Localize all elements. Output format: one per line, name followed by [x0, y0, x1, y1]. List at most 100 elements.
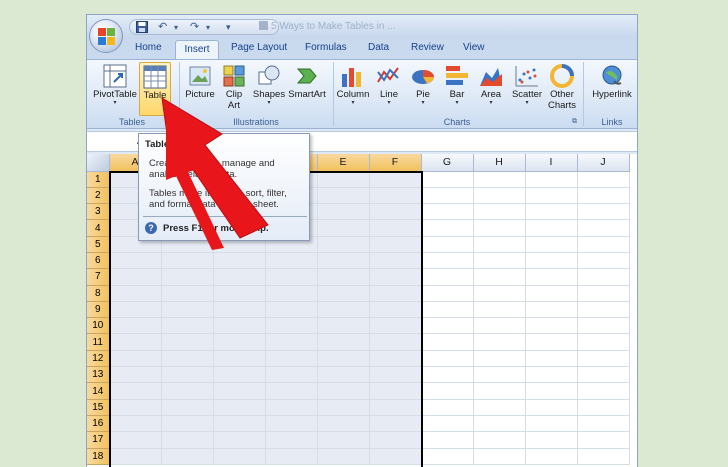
grid-cell[interactable]: [265, 317, 318, 335]
office-button[interactable]: [89, 19, 123, 53]
grid-cell[interactable]: [577, 301, 630, 319]
grid-cell[interactable]: [369, 285, 422, 302]
grid-cell[interactable]: [577, 333, 630, 351]
row-header[interactable]: 16: [87, 415, 110, 433]
grid-cell[interactable]: [525, 219, 578, 237]
pivottable-button[interactable]: PivotTable ▾: [93, 62, 137, 116]
grid-cell[interactable]: [577, 399, 630, 416]
grid-cell[interactable]: [109, 415, 162, 433]
grid-cell[interactable]: [525, 252, 578, 270]
grid-cell[interactable]: [317, 415, 370, 433]
pie-chart-button[interactable]: Pie ▾: [407, 62, 439, 116]
grid-cell[interactable]: [525, 285, 578, 302]
grid-cell[interactable]: [473, 366, 526, 384]
grid-cell[interactable]: [525, 431, 578, 449]
grid-cell[interactable]: [265, 382, 318, 400]
grid-cell[interactable]: [525, 301, 578, 319]
grid-cell[interactable]: [577, 268, 630, 286]
row-header[interactable]: 6: [87, 252, 110, 270]
grid-cell[interactable]: [265, 268, 318, 286]
row-header[interactable]: 13: [87, 366, 110, 384]
grid-cell[interactable]: [421, 399, 474, 416]
tab-insert[interactable]: Insert: [175, 40, 219, 60]
grid-cell[interactable]: [525, 448, 578, 465]
grid-cell[interactable]: [317, 431, 370, 449]
grid-cell[interactable]: [473, 171, 526, 188]
grid-cell[interactable]: [473, 448, 526, 465]
save-icon[interactable]: [136, 21, 148, 37]
grid-cell[interactable]: [369, 366, 422, 384]
grid-cell[interactable]: [369, 431, 422, 449]
grid-cell[interactable]: [161, 399, 214, 416]
grid-cell[interactable]: [473, 317, 526, 335]
undo-dropdown-icon[interactable]: ▾: [174, 21, 178, 34]
grid-cell[interactable]: [473, 350, 526, 368]
grid-cell[interactable]: [213, 333, 266, 351]
row-header[interactable]: 7: [87, 268, 110, 286]
grid-cell[interactable]: [109, 252, 162, 270]
grid-cell[interactable]: [525, 187, 578, 205]
grid-cell[interactable]: [369, 382, 422, 400]
column-header[interactable]: H: [473, 154, 526, 172]
grid-cell[interactable]: [369, 171, 422, 188]
grid-cell[interactable]: [421, 285, 474, 302]
grid-cell[interactable]: [473, 431, 526, 449]
row-header[interactable]: 11: [87, 333, 110, 351]
grid-cell[interactable]: [213, 448, 266, 465]
grid-cell[interactable]: [577, 219, 630, 237]
row-header[interactable]: 14: [87, 382, 110, 400]
tab-data[interactable]: Data: [368, 42, 389, 53]
grid-cell[interactable]: [317, 285, 370, 302]
grid-cell[interactable]: [577, 171, 630, 188]
hyperlink-button[interactable]: Hyperlink: [587, 62, 637, 116]
grid-cell[interactable]: [213, 268, 266, 286]
grid-cell[interactable]: [109, 285, 162, 302]
grid-cell[interactable]: [213, 301, 266, 319]
grid-cell[interactable]: [473, 252, 526, 270]
grid-cell[interactable]: [265, 415, 318, 433]
grid-cell[interactable]: [369, 236, 422, 253]
redo-dropdown-icon[interactable]: ▾: [206, 21, 210, 34]
row-header[interactable]: 3: [87, 203, 110, 221]
grid-cell[interactable]: [421, 219, 474, 237]
grid-cell[interactable]: [369, 187, 422, 205]
grid-cell[interactable]: [265, 431, 318, 449]
grid-cell[interactable]: [317, 171, 370, 188]
grid-cell[interactable]: [213, 350, 266, 368]
grid-cell[interactable]: [109, 317, 162, 335]
grid-cell[interactable]: [473, 285, 526, 302]
grid-cell[interactable]: [109, 366, 162, 384]
clip-art-button[interactable]: Clip Art: [219, 62, 249, 116]
column-header[interactable]: J: [577, 154, 630, 172]
grid-cell[interactable]: [421, 236, 474, 253]
tab-home[interactable]: Home: [135, 42, 162, 53]
tab-review[interactable]: Review: [411, 42, 444, 53]
grid-cell[interactable]: [473, 301, 526, 319]
row-header[interactable]: 15: [87, 399, 110, 416]
grid-cell[interactable]: [161, 350, 214, 368]
bar-chart-button[interactable]: Bar ▾: [441, 62, 473, 116]
grid-cell[interactable]: [161, 301, 214, 319]
grid-cell[interactable]: [577, 203, 630, 221]
grid-cell[interactable]: [577, 317, 630, 335]
grid-cell[interactable]: [421, 350, 474, 368]
row-header[interactable]: 9: [87, 301, 110, 319]
grid-cell[interactable]: [317, 268, 370, 286]
grid-cell[interactable]: [161, 366, 214, 384]
grid-cell[interactable]: [369, 252, 422, 270]
grid-cell[interactable]: [421, 268, 474, 286]
grid-cell[interactable]: [109, 382, 162, 400]
grid-cell[interactable]: [213, 366, 266, 384]
grid-cell[interactable]: [109, 333, 162, 351]
grid-cell[interactable]: [473, 236, 526, 253]
grid-cell[interactable]: [577, 236, 630, 253]
grid-cell[interactable]: [577, 415, 630, 433]
grid-cell[interactable]: [525, 236, 578, 253]
grid-cell[interactable]: [317, 301, 370, 319]
grid-cell[interactable]: [525, 350, 578, 368]
grid-cell[interactable]: [525, 366, 578, 384]
grid-cell[interactable]: [317, 366, 370, 384]
grid-cell[interactable]: [577, 285, 630, 302]
grid-cell[interactable]: [421, 187, 474, 205]
area-chart-button[interactable]: Area ▾: [475, 62, 507, 116]
